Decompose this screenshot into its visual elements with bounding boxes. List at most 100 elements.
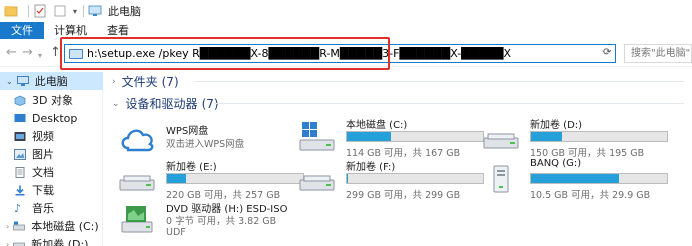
drive-capacity: 10.5 GB 可用，共 29.9 GB <box>530 190 651 201</box>
group-label: 设备和驱动器 <box>125 97 198 111</box>
documents-icon <box>14 166 26 178</box>
sidebar-item-label: 3D 对象 <box>32 94 73 107</box>
sidebar-item-drive-d[interactable]: › 新加卷 (D:) <box>0 235 103 246</box>
drive-usage-bar <box>530 173 668 184</box>
drive-capacity: 0 字节 可用，共 3.82 GB <box>166 216 277 227</box>
address-input[interactable]: h:\setup.exe /pkey R██████X-8██████R-M██… <box>87 47 511 60</box>
chevron-down-icon[interactable]: ⌄ <box>6 77 13 86</box>
drive-usage-bar <box>346 131 484 142</box>
navigation-pane: ⌄ 此电脑 3D 对象 Desktop 视频 图片 文档 下载 ♪ 音乐 › 本… <box>0 72 103 246</box>
drive-capacity: 114 GB 可用，共 167 GB <box>346 148 461 159</box>
3d-objects-icon <box>14 95 26 106</box>
forward-arrow-icon[interactable]: → <box>22 45 33 61</box>
sidebar-item-label: 视频 <box>32 130 54 143</box>
windows-drive-icon <box>298 120 338 154</box>
sidebar-item-label: 下载 <box>32 184 54 197</box>
group-divider <box>194 81 684 82</box>
group-header-folders[interactable]: › 文件夹 (7) <box>112 73 179 90</box>
drive-capacity: 220 GB 可用，共 257 GB <box>166 190 281 201</box>
drive-usage-bar <box>346 173 484 184</box>
ribbon-tabs: 文件 计算机 查看 <box>0 22 692 39</box>
sidebar-item-label: Desktop <box>32 111 78 125</box>
chevron-right-icon[interactable]: › <box>112 77 116 87</box>
new-folder-icon[interactable] <box>53 4 67 18</box>
title-bar: ▾ 此电脑 <box>0 0 692 22</box>
drive-usage-bar <box>530 131 668 142</box>
drive-icon <box>13 221 26 232</box>
drive-icon <box>118 162 158 196</box>
sidebar-item-drive-c[interactable]: › 本地磁盘 (C:) <box>0 217 103 235</box>
drive-usage-fill <box>167 174 187 183</box>
sidebar-item-label: 此电脑 <box>34 75 68 88</box>
separator <box>28 5 29 17</box>
tab-file[interactable]: 文件 <box>0 22 44 39</box>
back-arrow-icon[interactable]: ← <box>6 45 17 61</box>
drive-g[interactable]: BANQ (G:) 10.5 GB 可用，共 29.9 GB <box>482 158 668 201</box>
group-count: (7) <box>161 74 179 89</box>
computer-icon <box>88 4 102 18</box>
drive-usage-fill <box>531 174 620 183</box>
drive-usage-fill <box>347 174 348 183</box>
drive-c[interactable]: 本地磁盘 (C:) 114 GB 可用，共 167 GB <box>298 116 484 159</box>
sidebar-item-label: 新加卷 (D:) <box>31 238 89 246</box>
drive-h-dvd[interactable]: DVD 驱动器 (H:) ESD-ISO 0 字节 可用，共 3.82 GB U… <box>118 200 303 246</box>
recent-locations-icon[interactable]: ▾ <box>38 48 42 64</box>
group-header-devices[interactable]: ⌄ 设备和驱动器 (7) <box>112 95 219 112</box>
drive-description: 双击进入WPS网盘 <box>166 139 245 150</box>
dvd-drive-icon <box>118 204 158 238</box>
drive-name: WPS网盘 <box>166 126 209 137</box>
drive-name: 新加卷 (E:) <box>166 162 217 173</box>
wps-cloud-drive[interactable]: WPS网盘 双击进入WPS网盘 <box>118 118 303 160</box>
drive-filesystem: UDF <box>166 227 186 238</box>
sidebar-item-pictures[interactable]: 图片 <box>0 145 103 163</box>
tab-view[interactable]: 查看 <box>97 22 139 39</box>
drive-usage-bar <box>166 173 304 184</box>
drive-name: 本地磁盘 (C:) <box>346 120 408 131</box>
drive-capacity: 299 GB 可用，共 299 GB <box>346 190 461 201</box>
drive-d[interactable]: 新加卷 (D:) 150 GB 可用，共 195 GB <box>482 116 668 159</box>
group-label: 文件夹 <box>121 75 158 89</box>
usb-drive-icon <box>482 162 522 196</box>
sidebar-item-music[interactable]: ♪ 音乐 <box>0 199 103 217</box>
folder-icon[interactable] <box>4 4 18 18</box>
separator <box>83 5 85 17</box>
sidebar-item-this-pc[interactable]: ⌄ 此电脑 <box>0 72 103 90</box>
sidebar-item-3d-objects[interactable]: 3D 对象 <box>0 91 103 109</box>
chevron-down-icon[interactable]: ⌄ <box>112 99 120 109</box>
pictures-icon <box>14 148 26 160</box>
chevron-right-icon[interactable]: › <box>6 240 9 246</box>
address-row: ← → ▾ ↑ h:\setup.exe /pkey R██████X-8███… <box>0 39 692 67</box>
drive-name: BANQ (G:) <box>530 158 582 169</box>
drive-e[interactable]: 新加卷 (E:) 220 GB 可用，共 257 GB <box>118 158 304 201</box>
drive-f[interactable]: 新加卷 (F:) 299 GB 可用，共 299 GB <box>298 158 484 201</box>
video-icon <box>14 131 26 142</box>
window-title: 此电脑 <box>108 5 142 18</box>
refresh-icon[interactable]: ⟳ <box>603 47 611 58</box>
sidebar-item-documents[interactable]: 文档 <box>0 163 103 181</box>
content-pane: › 文件夹 (7) ⌄ 设备和驱动器 (7) WPS网盘 双击进入WPS网盘 本… <box>104 70 692 246</box>
sidebar-item-label: 文档 <box>32 166 54 179</box>
properties-icon[interactable] <box>33 4 47 18</box>
drive-usage-fill <box>531 132 563 141</box>
address-bar[interactable]: h:\setup.exe /pkey R██████X-8██████R-M██… <box>64 44 616 63</box>
up-arrow-icon[interactable]: ↑ <box>50 45 61 61</box>
drive-icon <box>298 162 338 196</box>
cloud-icon <box>118 122 158 156</box>
sidebar-item-downloads[interactable]: 下载 <box>0 181 103 199</box>
sidebar-item-label: 图片 <box>32 148 54 161</box>
drive-name: 新加卷 (F:) <box>346 162 396 173</box>
search-input[interactable]: 搜索"此电脑" <box>624 44 692 63</box>
drive-usage-fill <box>347 132 391 141</box>
music-icon: ♪ <box>14 201 22 215</box>
computer-icon <box>69 48 83 59</box>
drive-name: 新加卷 (D:) <box>530 120 583 131</box>
quick-access-dropdown-icon[interactable]: ▾ <box>73 7 77 16</box>
computer-icon <box>16 75 29 87</box>
sidebar-item-desktop[interactable]: Desktop <box>0 109 103 127</box>
sidebar-item-videos[interactable]: 视频 <box>0 127 103 145</box>
tab-computer[interactable]: 计算机 <box>44 22 97 39</box>
drive-icon <box>13 239 26 246</box>
downloads-icon <box>14 185 26 196</box>
chevron-right-icon[interactable]: › <box>6 222 9 231</box>
group-divider <box>214 103 684 104</box>
